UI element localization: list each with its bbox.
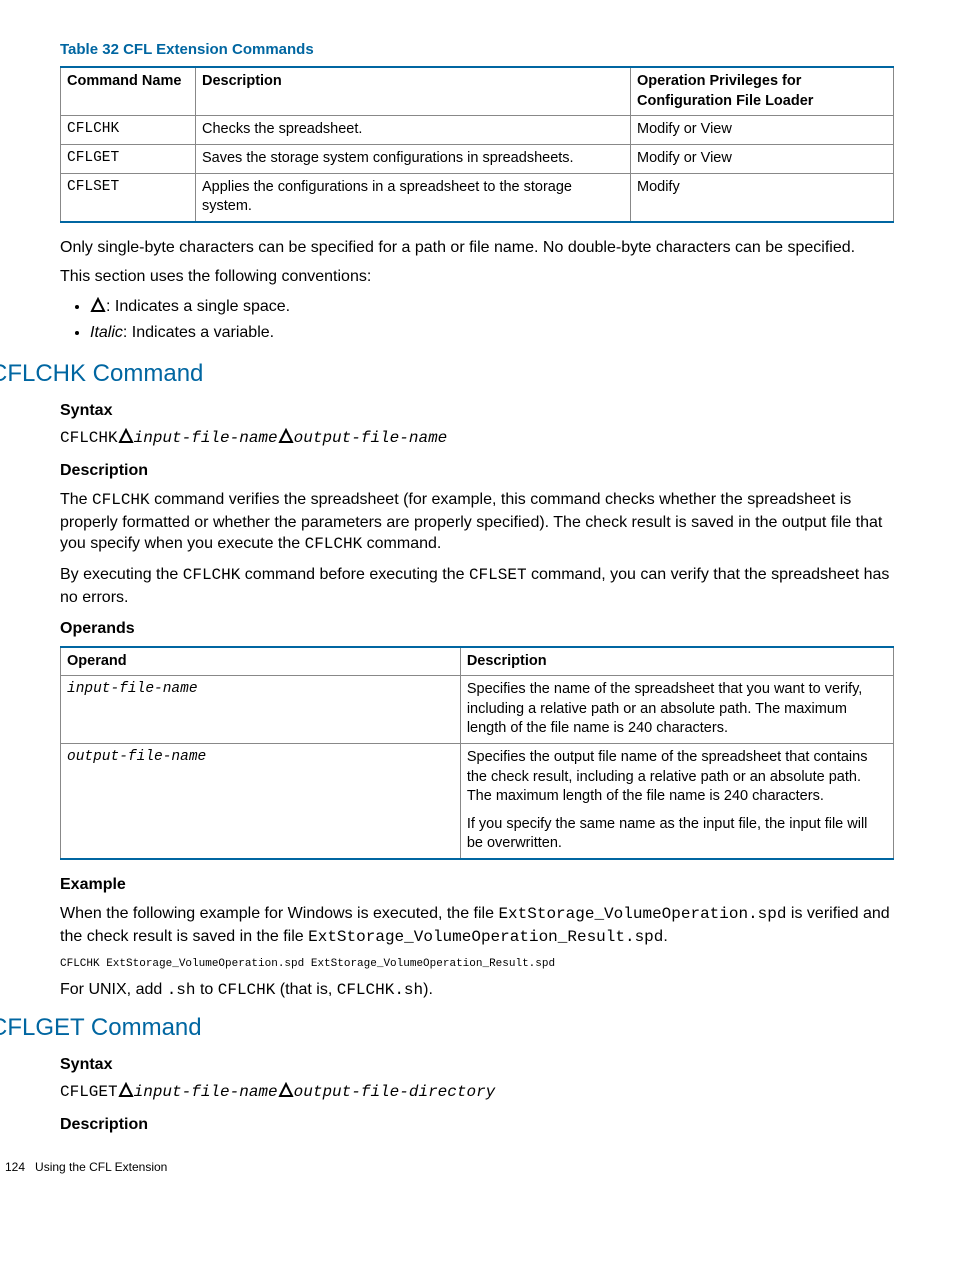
- table-cell: CFLCHK: [61, 116, 196, 145]
- paragraph: When the following example for Windows i…: [60, 903, 894, 948]
- delta-icon: [90, 297, 106, 313]
- paragraph: For UNIX, add .sh to CFLCHK (that is, CF…: [60, 979, 894, 1002]
- text: : Indicates a variable.: [123, 324, 274, 341]
- delta-icon: [118, 1082, 134, 1098]
- subheading-description: Description: [60, 1114, 894, 1136]
- th-operand: Operand: [61, 647, 461, 676]
- syntax-line: CFLGET input-file-name output-file-directo…: [60, 1082, 894, 1104]
- syntax-arg: output-file-directory: [294, 1083, 496, 1101]
- page-footer: 124 Using the CFL Extension: [5, 1159, 894, 1175]
- paragraph: Only single-byte characters can be speci…: [60, 237, 894, 259]
- footer-text: Using the CFL Extension: [35, 1160, 167, 1174]
- syntax-line: CFLCHK input-file-name output-file-name: [60, 428, 894, 450]
- subheading-description: Description: [60, 460, 894, 482]
- subheading-syntax: Syntax: [60, 400, 894, 422]
- operands-table: Operand Description input-file-name Spec…: [60, 646, 894, 860]
- list-item: Italic: Indicates a variable.: [90, 322, 894, 344]
- text: : Indicates a single space.: [106, 298, 290, 315]
- table-32: Command Name Description Operation Privi…: [60, 66, 894, 222]
- syntax-command: CFLGET: [60, 1083, 118, 1101]
- table-cell: Specifies the output file name of the sp…: [460, 743, 893, 858]
- table-cell: input-file-name: [61, 676, 461, 744]
- table-cell: Checks the spreadsheet.: [196, 116, 631, 145]
- delta-icon: [278, 1082, 294, 1098]
- table-cell: Modify: [631, 173, 894, 222]
- page-number: 124: [5, 1160, 25, 1174]
- table-cell: Specifies the name of the spreadsheet th…: [460, 676, 893, 744]
- syntax-arg: output-file-name: [294, 429, 448, 447]
- subheading-example: Example: [60, 874, 894, 896]
- paragraph: This section uses the following conventi…: [60, 266, 894, 288]
- th-privileges: Operation Privileges for Configuration F…: [631, 67, 894, 116]
- table-cell: Modify or View: [631, 116, 894, 145]
- table-cell: Saves the storage system configurations …: [196, 144, 631, 173]
- table-cell: CFLSET: [61, 173, 196, 222]
- subheading-syntax: Syntax: [60, 1054, 894, 1076]
- delta-icon: [118, 428, 134, 444]
- table-cell: output-file-name: [61, 743, 461, 858]
- list-item: : Indicates a single space.: [90, 296, 894, 318]
- syntax-arg: input-file-name: [134, 1083, 278, 1101]
- table-title: Table 32 CFL Extension Commands: [60, 40, 894, 60]
- paragraph: The CFLCHK command verifies the spreadsh…: [60, 489, 894, 556]
- syntax-command: CFLCHK: [60, 429, 118, 447]
- code-example: CFLCHK ExtStorage_VolumeOperation.spd Ex…: [60, 957, 894, 972]
- th-description: Description: [460, 647, 893, 676]
- syntax-arg: input-file-name: [134, 429, 278, 447]
- italic-label: Italic: [90, 324, 123, 341]
- table-cell: CFLGET: [61, 144, 196, 173]
- th-command-name: Command Name: [61, 67, 196, 116]
- th-description: Description: [196, 67, 631, 116]
- paragraph: By executing the CFLCHK command before e…: [60, 564, 894, 608]
- conventions-list: : Indicates a single space. Italic: Indi…: [60, 296, 894, 344]
- subheading-operands: Operands: [60, 618, 894, 640]
- heading-cflget: CFLGET Command: [0, 1012, 894, 1044]
- delta-icon: [278, 428, 294, 444]
- heading-cflchk: CFLCHK Command: [0, 358, 894, 390]
- table-cell: Applies the configurations in a spreadsh…: [196, 173, 631, 222]
- table-cell: Modify or View: [631, 144, 894, 173]
